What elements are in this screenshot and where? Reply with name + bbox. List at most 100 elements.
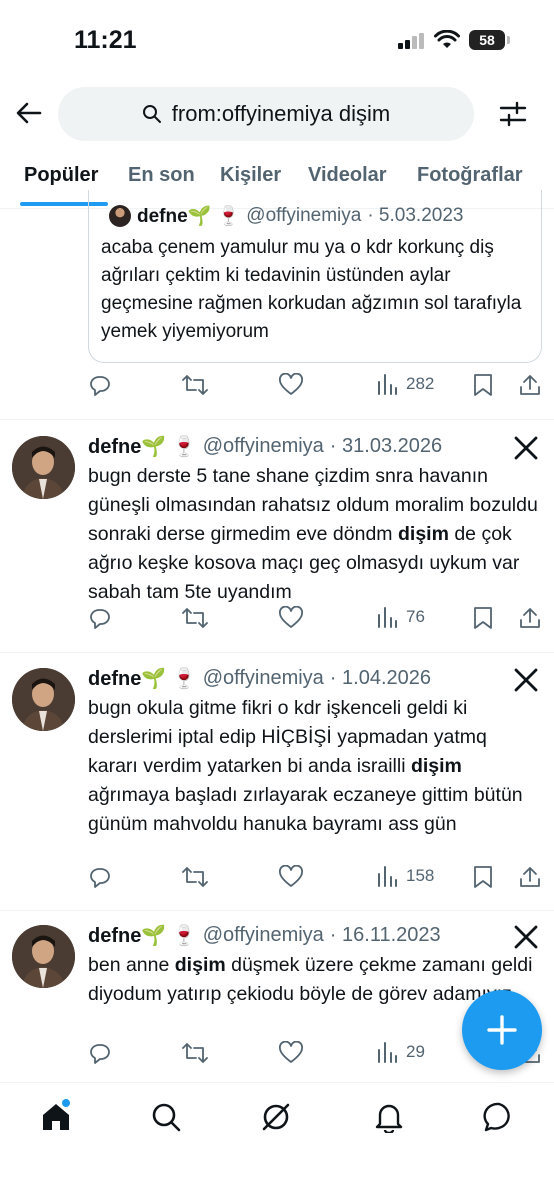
retweet-icon (182, 608, 208, 628)
divider (0, 910, 554, 911)
views-count: 282 (406, 374, 435, 393)
avatar[interactable] (12, 436, 75, 499)
tweet-text: bugn derste 5 tane shane çizdim snra hav… (88, 462, 538, 607)
author-name: defne🌱 🍷 (137, 206, 241, 227)
status-bar: 11:21 58 (0, 0, 554, 80)
author-name[interactable]: defne🌱 🍷 (88, 923, 197, 948)
tweet-date: · 16.11.2023 (329, 924, 441, 946)
tweet-text: bugn okula gitme fikri o kdr işkenceli g… (88, 694, 538, 839)
heart-icon (279, 373, 303, 395)
search-input[interactable]: from:offyinemiya dişim (58, 87, 474, 141)
bookmark-icon (474, 866, 492, 888)
compose-button[interactable] (462, 990, 542, 1070)
x-logo-icon (514, 668, 538, 692)
author-handle: @offyinemiya (202, 924, 324, 946)
tweet-date: · 5.03.2023 (367, 205, 464, 226)
battery-icon: 58 (469, 30, 510, 50)
quoted-tweet-header: defne🌱 🍷 @offyinemiya · 5.03.2023 (109, 204, 463, 228)
cellular-signal-icon (398, 33, 424, 49)
divider (0, 419, 554, 420)
notification-dot (62, 1099, 70, 1107)
like-button[interactable] (278, 1041, 304, 1065)
heart-icon (279, 1041, 303, 1063)
nav-explore[interactable] (150, 1101, 182, 1138)
tab-people[interactable]: Kişiler (220, 164, 281, 187)
status-time: 11:21 (74, 26, 137, 54)
tab-popular[interactable]: Popüler (24, 164, 98, 187)
reply-button[interactable] (88, 373, 112, 397)
profile-photo (12, 668, 75, 731)
bookmark-icon (474, 607, 492, 629)
x-logo-icon (514, 436, 538, 460)
wifi-icon (434, 30, 460, 48)
grok-icon (262, 1103, 290, 1131)
avatar[interactable] (12, 668, 75, 731)
search-highlight: dişim (410, 755, 462, 777)
tweet-date: · 31.03.2026 (329, 435, 443, 457)
bookmark-button[interactable] (472, 606, 494, 630)
views-button[interactable]: 282 (376, 373, 434, 395)
reply-button[interactable] (88, 606, 112, 630)
tweet-date: · 1.04.2026 (329, 667, 431, 689)
like-button[interactable] (278, 865, 304, 889)
like-button[interactable] (278, 373, 304, 397)
filter-sliders-icon[interactable] (498, 99, 528, 129)
retweet-button[interactable] (182, 1041, 208, 1065)
search-header: from:offyinemiya dişim (0, 84, 554, 144)
nav-notifications[interactable] (373, 1101, 405, 1138)
nav-grok[interactable] (260, 1101, 292, 1138)
reply-button[interactable] (88, 1041, 112, 1065)
bookmark-button[interactable] (472, 373, 494, 397)
author-handle: @offyinemiya (246, 205, 362, 226)
search-icon (142, 105, 161, 123)
views-bar-icon (378, 607, 397, 628)
reply-icon (90, 609, 110, 629)
reply-icon (90, 868, 110, 888)
tab-latest[interactable]: En son (128, 164, 195, 187)
author-handle: @offyinemiya (202, 435, 324, 457)
retweet-button[interactable] (182, 865, 208, 889)
retweet-button[interactable] (182, 373, 208, 397)
nav-home[interactable] (40, 1099, 72, 1138)
share-icon (520, 608, 540, 628)
views-count: 29 (406, 1042, 425, 1061)
search-highlight: dişim (397, 523, 449, 545)
chat-bubble-icon (483, 1102, 510, 1132)
retweet-icon (182, 1043, 208, 1063)
bell-icon (375, 1104, 403, 1135)
share-button[interactable] (518, 606, 542, 630)
author-name[interactable]: defne🌱 🍷 (88, 666, 197, 691)
tweet-actions: 76 (88, 606, 544, 636)
views-bar-icon (378, 374, 397, 395)
arrow-left-icon[interactable] (14, 98, 44, 128)
tweet-text: acaba çenem yamulur mu ya o kdr korkunç … (101, 237, 522, 342)
search-query: from:offyinemiya dişim (171, 101, 391, 126)
like-button[interactable] (278, 606, 304, 630)
quoted-tweet[interactable]: defne🌱 🍷 @offyinemiya · 5.03.2023 acaba … (88, 190, 542, 363)
profile-photo (12, 925, 75, 988)
nav-messages[interactable] (483, 1101, 515, 1138)
share-button[interactable] (518, 373, 542, 397)
author-name[interactable]: defne🌱 🍷 (88, 434, 197, 459)
views-button[interactable]: 158 (376, 865, 434, 887)
search-highlight: dişim (174, 954, 226, 976)
reply-button[interactable] (88, 865, 112, 889)
bookmark-button[interactable] (472, 865, 494, 889)
tweet-header: defne🌱 🍷 @offyinemiya · 31.03.2026 (88, 434, 442, 459)
retweet-icon (182, 375, 208, 395)
tab-photos[interactable]: Fotoğraflar (417, 164, 523, 187)
views-button[interactable]: 76 (376, 606, 425, 628)
retweet-icon (182, 867, 208, 887)
reply-icon (90, 376, 110, 396)
avatar[interactable] (12, 925, 75, 988)
views-button[interactable]: 29 (376, 1041, 425, 1063)
tab-videos[interactable]: Videolar (308, 164, 387, 187)
views-bar-icon (378, 866, 397, 887)
retweet-button[interactable] (182, 606, 208, 630)
share-button[interactable] (518, 865, 542, 889)
tweet-actions: 158 (88, 865, 544, 895)
tweet-header: defne🌱 🍷 @offyinemiya · 1.04.2026 (88, 666, 431, 691)
views-count: 76 (406, 607, 425, 626)
tweet-header: defne🌱 🍷 @offyinemiya · 16.11.2023 (88, 923, 441, 948)
tweet-text-part: ben anne (88, 954, 175, 976)
